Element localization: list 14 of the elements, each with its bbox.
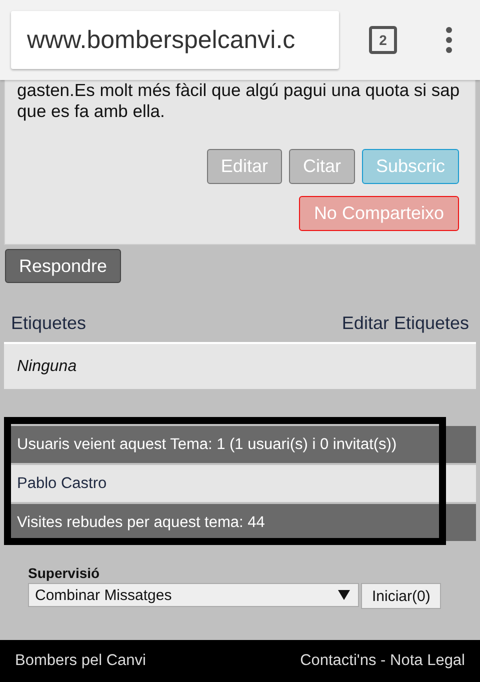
post-text: gasten.Es molt més fàcil que algú pagui una quota si sap que es fa amb ella. [17, 80, 461, 122]
tags-value: Ninguna [4, 342, 476, 389]
footer-links[interactable]: Contacti'ns - Nota Legal [300, 652, 465, 670]
footer-title: Bombers pel Canvi [15, 652, 146, 670]
edit-tags-link[interactable]: Editar Etiquetes [342, 313, 469, 334]
dropdown-icon [338, 590, 350, 600]
start-button[interactable]: Iniciar(0) [361, 583, 442, 609]
tags-title: Etiquetes [11, 313, 86, 334]
tab-count[interactable]: 2 [369, 26, 397, 54]
action-select[interactable]: Combinar Missatges [28, 583, 359, 607]
moderation-label: Supervisió [28, 565, 101, 581]
menu-icon[interactable] [445, 27, 453, 53]
reply-button[interactable]: Respondre [5, 249, 122, 283]
address-field[interactable]: www.bomberspelcanvi.c [11, 11, 339, 69]
